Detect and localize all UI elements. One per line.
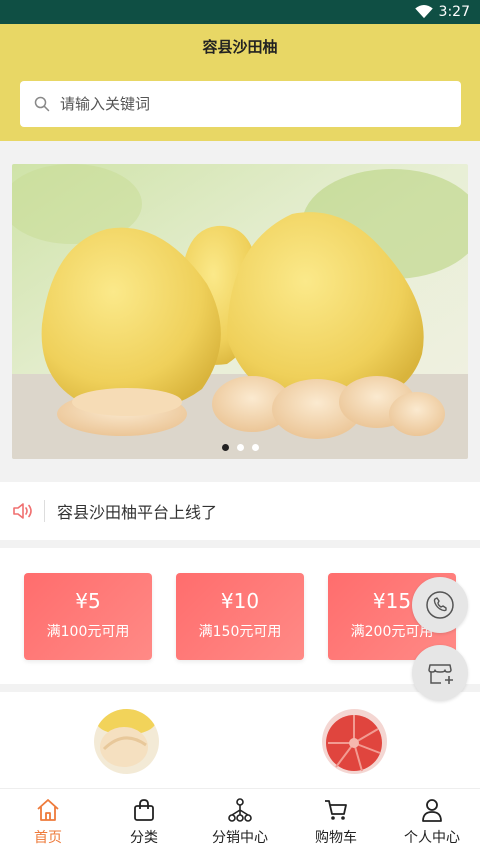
bag-icon — [134, 799, 154, 821]
tab-home[interactable]: 首页 — [0, 789, 96, 854]
status-time: 3:27 — [438, 4, 470, 20]
tab-label: 首页 — [34, 830, 62, 846]
phone-icon — [426, 591, 454, 619]
announcement-text: 容县沙田柚平台上线了 — [57, 503, 218, 522]
announcement-bar[interactable]: 容县沙田柚平台上线了 — [0, 482, 480, 540]
user-icon — [422, 799, 442, 822]
tab-label: 个人中心 — [404, 830, 460, 846]
coupon-amount: ¥5 — [75, 589, 101, 613]
tab-label: 分类 — [130, 830, 158, 846]
coupon-condition: 满100元可用 — [46, 624, 130, 640]
tab-label: 分销中心 — [212, 830, 268, 846]
coupon-condition: 满150元可用 — [198, 624, 282, 640]
banner-carousel[interactable] — [12, 164, 468, 459]
product-row — [0, 692, 480, 788]
status-bar: 3:27 — [0, 0, 480, 24]
header: 容县沙田柚 — [0, 24, 480, 141]
search-bar[interactable] — [20, 81, 461, 127]
tab-category[interactable]: 分类 — [96, 789, 192, 854]
carousel-dot[interactable] — [251, 444, 259, 451]
search-input[interactable] — [60, 95, 420, 113]
coupon-card[interactable]: ¥10 满150元可用 — [176, 573, 304, 660]
search-icon — [34, 96, 50, 112]
banner-section — [0, 141, 480, 482]
tab-distribution[interactable]: 分销中心 — [192, 789, 288, 854]
tab-cart[interactable]: 购物车 — [288, 789, 384, 854]
coupon-section: ¥5 满100元可用 ¥10 满150元可用 ¥15 满200元可用 — [0, 548, 480, 684]
tab-label: 购物车 — [315, 830, 357, 846]
home-icon — [37, 799, 59, 821]
carousel-dots — [12, 444, 468, 451]
pomelo-banner-image — [12, 164, 468, 459]
pomelo-flesh-image — [94, 709, 159, 774]
shop-add-icon — [428, 664, 453, 684]
coupon-amount: ¥10 — [220, 589, 260, 613]
product-thumbnail[interactable] — [322, 709, 387, 774]
carousel-dot[interactable] — [236, 444, 244, 451]
product-thumbnail[interactable] — [94, 709, 159, 774]
wifi-icon — [414, 5, 433, 19]
store-button[interactable] — [412, 645, 468, 701]
phone-call-button[interactable] — [412, 577, 468, 633]
divider — [44, 500, 45, 522]
tab-profile[interactable]: 个人中心 — [384, 789, 480, 854]
carousel-dot[interactable] — [221, 444, 229, 451]
network-icon — [228, 798, 252, 822]
bottom-tab-bar: 首页 分类 分销中心 购物车 个人中心 — [0, 788, 480, 854]
coupon-card[interactable]: ¥5 满100元可用 — [24, 573, 152, 660]
red-pomelo-image — [322, 709, 387, 774]
page-title: 容县沙田柚 — [202, 38, 278, 56]
speaker-icon — [13, 503, 32, 519]
cart-icon — [325, 800, 347, 820]
